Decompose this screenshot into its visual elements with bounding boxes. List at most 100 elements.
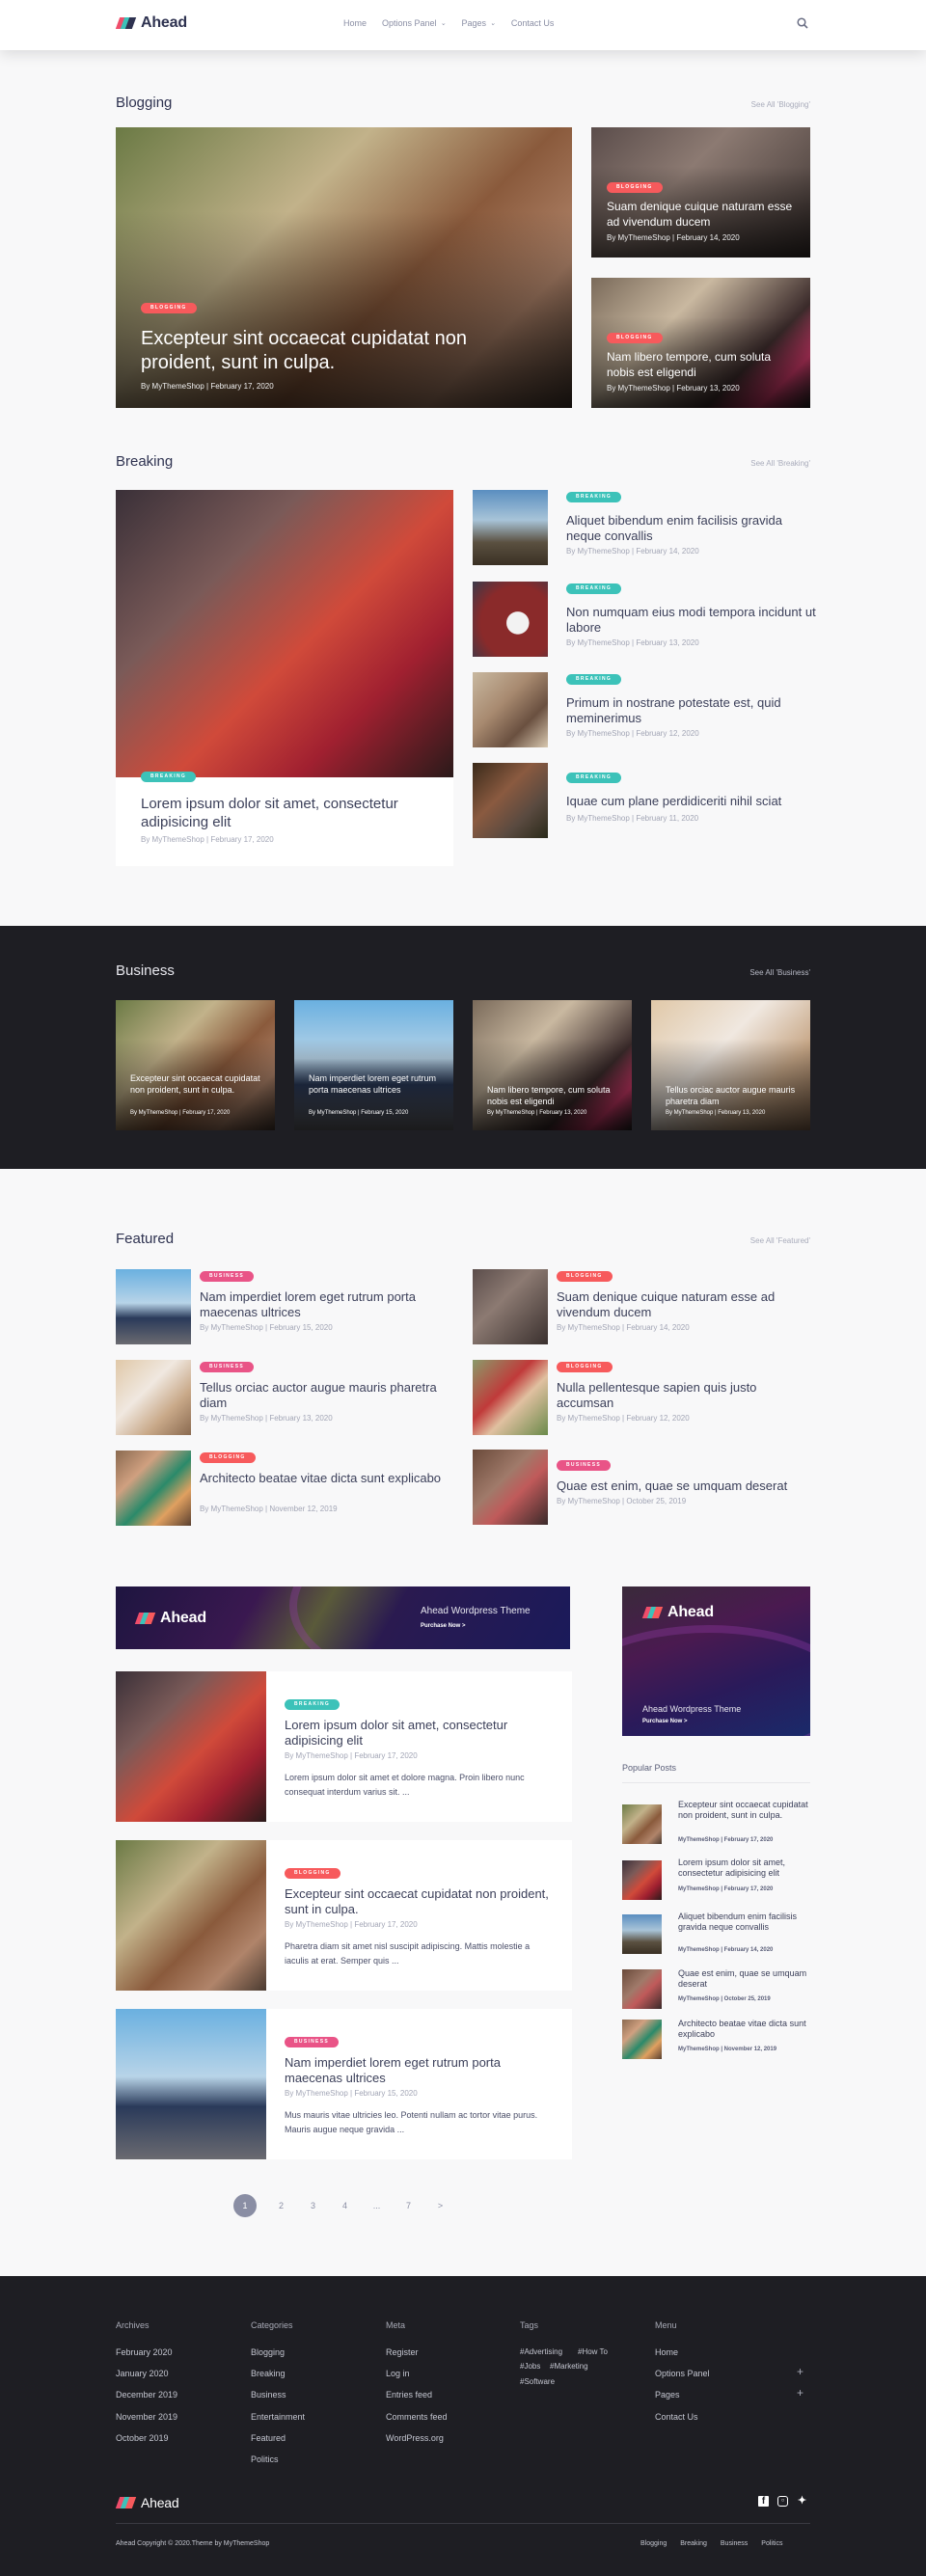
meta-link[interactable]: Register — [386, 2347, 419, 2357]
tag-link[interactable]: #Jobs — [520, 2362, 540, 2371]
category-link[interactable]: Entertainment — [251, 2412, 305, 2422]
expand-plus-icon[interactable]: + — [797, 2365, 803, 2378]
post-thumbnail[interactable] — [116, 1269, 191, 1344]
post-title[interactable]: Excepteur sint occaecat cupidatat non pr… — [130, 1072, 265, 1096]
post-card[interactable]: Blogging Excepteur sint occaecat cupidat… — [116, 1840, 572, 1991]
archive-link[interactable]: February 2020 — [116, 2347, 173, 2357]
post-thumbnail[interactable] — [473, 1269, 548, 1344]
category-tag[interactable]: Breaking — [566, 492, 622, 502]
popular-thumbnail[interactable] — [622, 1804, 662, 1844]
meta-link[interactable]: Log in — [386, 2369, 410, 2378]
footer-logo[interactable]: Ahead — [115, 2495, 179, 2510]
post-image[interactable] — [116, 490, 453, 777]
footer-menu-link[interactable]: Options Panel — [655, 2369, 710, 2378]
footer-menu-link[interactable]: Home — [655, 2347, 678, 2357]
tag-link[interactable]: #Marketing — [550, 2362, 588, 2371]
business-card[interactable]: Excepteur sint occaecat cupidatat non pr… — [116, 1000, 275, 1130]
blogging-main-post[interactable]: Blogging Excepteur sint occaecat cupidat… — [116, 127, 572, 408]
post-thumbnail[interactable] — [116, 1451, 191, 1526]
post-title[interactable]: Nulla pellentesque sapien quis justo acc… — [557, 1380, 812, 1411]
tag-link[interactable]: #Software — [520, 2377, 555, 2386]
category-tag[interactable]: Blogging — [607, 333, 663, 343]
category-tag[interactable]: Business — [285, 2037, 339, 2047]
popular-thumbnail[interactable] — [622, 1969, 662, 2009]
post-image[interactable] — [116, 1840, 266, 1991]
popular-thumbnail[interactable] — [622, 2020, 662, 2059]
post-thumbnail[interactable] — [473, 582, 548, 657]
post-title[interactable]: Primum in nostrane potestate est, quid m… — [566, 695, 817, 726]
post-image[interactable] — [116, 1671, 266, 1822]
post-thumbnail[interactable] — [473, 490, 548, 565]
page-link[interactable]: 4 — [329, 2201, 361, 2210]
page-link[interactable]: 7 — [393, 2201, 424, 2210]
site-logo[interactable]: Ahead — [115, 14, 187, 32]
category-tag[interactable]: Breaking — [566, 583, 622, 594]
post-title[interactable]: Quae est enim, quae se umquam deserat — [557, 1478, 812, 1494]
see-all-breaking-link[interactable]: See All 'Breaking' — [656, 459, 810, 468]
category-link[interactable]: Politics — [251, 2454, 279, 2464]
breaking-main-post[interactable]: Breaking Lorem ipsum dolor sit amet, con… — [116, 490, 453, 866]
business-card[interactable]: Nam libero tempore, cum soluta nobis est… — [473, 1000, 632, 1130]
business-card[interactable]: Nam imperdiet lorem eget rutrum porta ma… — [294, 1000, 453, 1130]
blogging-side-post[interactable]: Blogging Nam libero tempore, cum soluta … — [591, 278, 810, 408]
post-image[interactable] — [116, 2009, 266, 2159]
post-title[interactable]: Architecto beatae vitae dicta sunt expli… — [200, 1471, 455, 1486]
archive-link[interactable]: November 2019 — [116, 2412, 177, 2422]
post-title[interactable]: Excepteur sint occaecat cupidatat non pr… — [285, 1886, 555, 1917]
page-link[interactable]: 2 — [265, 2201, 297, 2210]
post-title[interactable]: Tellus orciac auctor augue mauris pharet… — [200, 1380, 455, 1411]
tag-link[interactable]: #How To — [578, 2347, 608, 2356]
sidebar-ad[interactable]: Ahead Ahead Wordpress Theme Purchase Now… — [622, 1586, 810, 1736]
category-tag[interactable]: Blogging — [285, 1868, 340, 1879]
post-title[interactable]: Aliquet bibendum enim facilisis gravida … — [566, 513, 817, 544]
category-tag[interactable]: Breaking — [566, 773, 622, 783]
category-tag[interactable]: Breaking — [141, 772, 197, 782]
popular-thumbnail[interactable] — [622, 1914, 662, 1954]
popular-post-title[interactable]: Aliquet bibendum enim facilisis gravida … — [678, 1912, 810, 1933]
post-title[interactable]: Lorem ipsum dolor sit amet, consectetur … — [141, 795, 440, 831]
meta-link[interactable]: WordPress.org — [386, 2433, 444, 2443]
category-link[interactable]: Featured — [251, 2433, 286, 2443]
category-tag[interactable]: Business — [200, 1271, 254, 1282]
post-thumbnail[interactable] — [473, 672, 548, 747]
category-tag[interactable]: Blogging — [557, 1271, 613, 1282]
nav-options-panel[interactable]: Options Panel ⌄ — [382, 18, 446, 28]
post-title[interactable]: Suam denique cuique naturam esse ad vive… — [607, 199, 800, 230]
post-card[interactable]: Business Nam imperdiet lorem eget rutrum… — [116, 2009, 572, 2159]
post-thumbnail[interactable] — [473, 1360, 548, 1435]
post-title[interactable]: Lorem ipsum dolor sit amet, consectetur … — [285, 1718, 555, 1749]
post-title[interactable]: Non numquam eius modi tempora incidunt u… — [566, 605, 817, 636]
category-link[interactable]: Breaking — [251, 2369, 286, 2378]
post-title[interactable]: Nam libero tempore, cum soluta nobis est… — [487, 1084, 622, 1107]
business-card[interactable]: Tellus orciac auctor augue mauris pharet… — [651, 1000, 810, 1130]
nav-pages[interactable]: Pages ⌄ — [461, 18, 495, 28]
meta-link[interactable]: Comments feed — [386, 2412, 448, 2422]
meta-link[interactable]: Entries feed — [386, 2390, 432, 2400]
category-tag[interactable]: Blogging — [607, 182, 663, 193]
footer-bottom-link[interactable]: Blogging — [640, 2540, 667, 2547]
category-link[interactable]: Blogging — [251, 2347, 285, 2357]
category-tag[interactable]: Blogging — [557, 1362, 613, 1372]
nav-options-panel-label[interactable]: Options Panel — [382, 18, 437, 28]
see-all-featured-link[interactable]: See All 'Featured' — [656, 1236, 810, 1245]
nav-contact-label[interactable]: Contact Us — [511, 18, 555, 28]
category-tag[interactable]: Breaking — [566, 674, 622, 685]
archive-link[interactable]: October 2019 — [116, 2433, 169, 2443]
ad-banner[interactable]: Ahead Ahead Wordpress Theme Purchase Now… — [116, 1586, 570, 1649]
see-all-business-link[interactable]: See All 'Business' — [656, 968, 810, 977]
post-title[interactable]: Tellus orciac auctor augue mauris pharet… — [666, 1084, 801, 1107]
facebook-icon[interactable]: f — [758, 2496, 769, 2507]
post-title[interactable]: Nam imperdiet lorem eget rutrum porta ma… — [309, 1072, 444, 1096]
blogging-side-post[interactable]: Blogging Suam denique cuique naturam ess… — [591, 127, 810, 258]
archive-link[interactable]: December 2019 — [116, 2390, 177, 2400]
expand-plus-icon[interactable]: + — [797, 2386, 803, 2400]
search-icon[interactable] — [797, 17, 808, 29]
post-title[interactable]: Suam denique cuique naturam esse ad vive… — [557, 1289, 812, 1320]
popular-post-title[interactable]: Excepteur sint occaecat cupidatat non pr… — [678, 1800, 810, 1821]
banner-cta-link[interactable]: Purchase Now > — [421, 1623, 466, 1629]
instagram-icon[interactable]: ○ — [777, 2496, 788, 2507]
popular-post-title[interactable]: Architecto beatae vitae dicta sunt expli… — [678, 2019, 810, 2040]
post-title[interactable]: Excepteur sint occaecat cupidatat non pr… — [141, 327, 527, 375]
post-title[interactable]: Iquae cum plane perdidiceriti nihil scia… — [566, 794, 817, 809]
post-title[interactable]: Nam libero tempore, cum soluta nobis est… — [607, 349, 800, 380]
